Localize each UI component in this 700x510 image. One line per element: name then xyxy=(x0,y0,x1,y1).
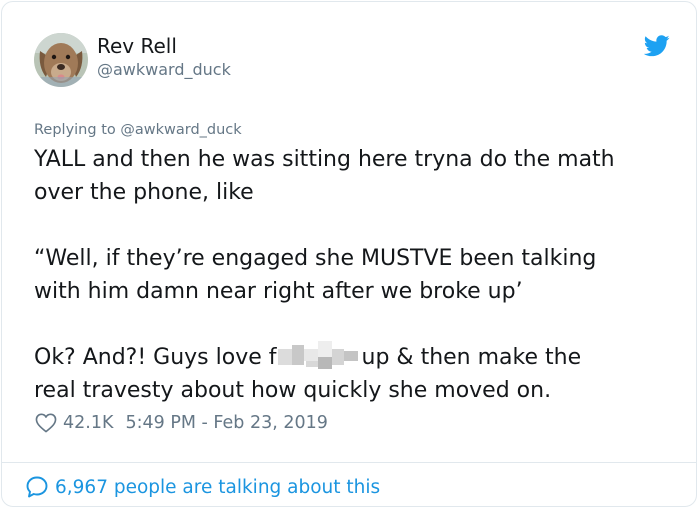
tweet-text: YALL and then he was sitting here tryna … xyxy=(34,143,684,407)
tweet-text-after-censor: up & then make the xyxy=(361,345,582,370)
tweet-line: over the phone, like xyxy=(34,180,254,205)
author-handle[interactable]: @awkward_duck xyxy=(97,60,231,79)
twitter-bird-icon[interactable] xyxy=(644,35,670,57)
tweet-card: Rev Rell @awkward_duck Replying to @awkw… xyxy=(1,1,697,507)
censor-pixelation xyxy=(277,341,358,369)
dog-avatar-icon xyxy=(34,33,88,87)
tweet-line: “Well, if they’re engaged she MUSTVE bee… xyxy=(34,246,597,271)
speech-bubble-icon xyxy=(26,476,48,498)
tweet-line: Ok? And?! Guys love f up & then make the xyxy=(34,341,684,374)
like-count[interactable]: 42.1K xyxy=(63,413,113,433)
divider xyxy=(2,462,696,463)
replying-to[interactable]: Replying to @awkward_duck xyxy=(34,122,242,138)
tweet-meta: 42.1K 5:49 PM - Feb 23, 2019 xyxy=(35,410,328,436)
heart-icon[interactable] xyxy=(35,413,57,433)
author-name[interactable]: Rev Rell xyxy=(97,34,177,58)
tweet-timestamp[interactable]: 5:49 PM - Feb 23, 2019 xyxy=(125,413,327,433)
tweet-text-before-censor: Ok? And?! Guys love f xyxy=(34,345,277,370)
tweet-line: YALL and then he was sitting here tryna … xyxy=(34,147,615,172)
conversation-link[interactable]: 6,967 people are talking about this xyxy=(25,473,380,501)
tweet-line: real travesty about how quickly she move… xyxy=(34,378,552,403)
talking-count-label[interactable]: 6,967 people are talking about this xyxy=(55,477,380,498)
author-avatar[interactable] xyxy=(34,33,88,87)
tweet-line: with him damn near right after we broke … xyxy=(34,279,523,304)
